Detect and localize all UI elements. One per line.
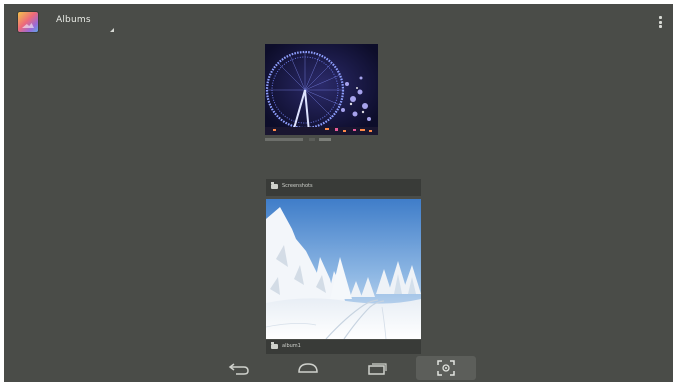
album-view-spinner-title[interactable]: Albums (56, 15, 91, 25)
screenshot-button[interactable] (416, 356, 476, 380)
overflow-menu-icon[interactable] (657, 16, 663, 30)
back-icon (228, 363, 249, 375)
album-filmstrip-indicator (265, 137, 378, 142)
folder-icon (271, 342, 278, 349)
album-header-screenshots[interactable]: Screenshots (266, 179, 421, 196)
gallery-app-icon[interactable] (18, 12, 38, 32)
ferris-wheel-night-photo[interactable] (265, 44, 378, 135)
recent-apps-button[interactable] (347, 356, 407, 380)
screenshot-capture-icon (437, 360, 455, 376)
snowy-forest-photo[interactable] (266, 199, 421, 339)
recent-apps-icon (368, 363, 387, 375)
home-icon (298, 363, 318, 373)
home-button[interactable] (278, 356, 338, 380)
album-card-snowy-forest[interactable]: Screenshots album1 (266, 179, 421, 354)
action-bar: Albums (4, 4, 673, 42)
album-name-label: Screenshots (282, 183, 313, 189)
back-button[interactable] (209, 356, 269, 380)
album-card-ferris-wheel[interactable] (265, 44, 420, 143)
album-name-label: album1 (282, 343, 301, 349)
folder-icon (271, 182, 278, 189)
gallery-screen: Albums Screenshots album1 (4, 4, 673, 382)
spinner-dropdown-icon[interactable] (110, 28, 114, 32)
system-navigation-bar (4, 352, 673, 382)
